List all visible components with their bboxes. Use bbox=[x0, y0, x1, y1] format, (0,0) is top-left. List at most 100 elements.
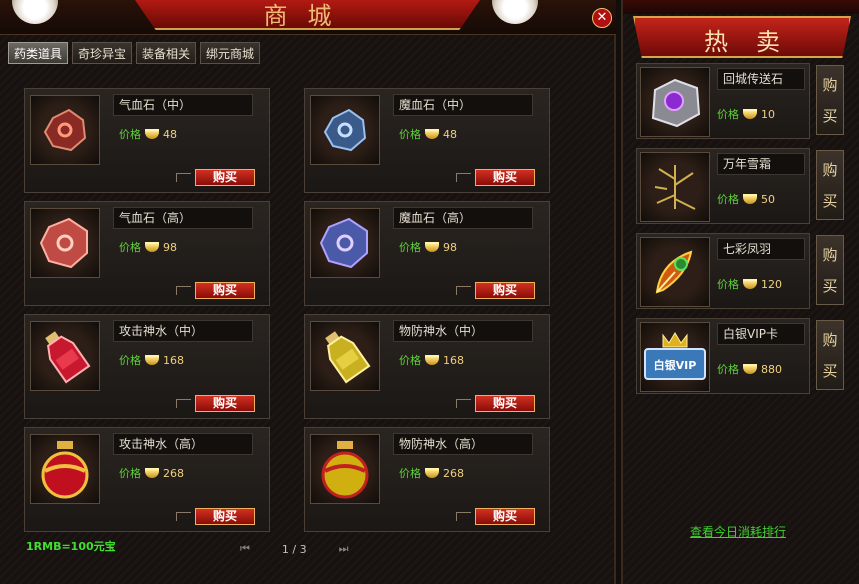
close-button[interactable]: ✕ bbox=[592, 8, 612, 28]
gold-ingot-icon bbox=[743, 194, 757, 204]
tab-treasures[interactable]: 奇珍异宝 bbox=[72, 42, 133, 64]
buy-button[interactable]: 购买 bbox=[475, 395, 535, 412]
divider bbox=[176, 173, 191, 182]
buy-button[interactable]: 购买 bbox=[195, 395, 255, 412]
price-value: 268 bbox=[443, 466, 464, 480]
exchange-rate-text: 1RMB=100元宝 bbox=[26, 540, 116, 553]
pagination: ⏮ 1 / 3 ⏭ bbox=[240, 542, 349, 556]
hot-header-decoration bbox=[623, 0, 859, 14]
vip-card-text: 白银VIP bbox=[654, 358, 697, 372]
divider bbox=[176, 512, 191, 521]
shop-item: 攻击神水（中） 价格 168 购买 bbox=[24, 314, 270, 419]
item-price: 价格 268 bbox=[399, 465, 464, 481]
return-teleport-stone-icon[interactable] bbox=[640, 67, 710, 137]
price-value: 880 bbox=[761, 362, 782, 376]
tab-equipment[interactable]: 装备相关 bbox=[136, 42, 197, 64]
silver-vip-card-icon[interactable]: 白银VIP bbox=[640, 322, 710, 392]
hot-sale-panel: 热卖 回城传送石 价格 10 购买 万年雪霜 价格 50 购买 七彩凤羽 价格 120… bbox=[621, 0, 859, 584]
divider bbox=[456, 399, 471, 408]
divider bbox=[456, 173, 471, 182]
item-price: 价格 48 bbox=[399, 126, 457, 142]
item-price: 价格 98 bbox=[119, 239, 177, 255]
shop-item: 攻击神水（高） 价格 268 购买 bbox=[24, 427, 270, 532]
category-tabs: 药类道具 奇珍异宝 装备相关 绑元商城 bbox=[8, 42, 261, 64]
price-label: 价格 bbox=[399, 128, 421, 141]
price-value: 48 bbox=[443, 127, 457, 141]
gold-ingot-icon bbox=[425, 468, 439, 478]
price-value: 168 bbox=[163, 353, 184, 367]
hot-item-price: 价格 50 bbox=[717, 191, 775, 207]
buy-button[interactable]: 购买 bbox=[195, 282, 255, 299]
hot-item: 白银VIP 白银VIP卡 价格 880 bbox=[636, 318, 810, 394]
price-value: 98 bbox=[443, 240, 457, 254]
hot-item-name: 万年雪霜 bbox=[717, 153, 805, 175]
item-name: 气血石（中） bbox=[113, 94, 253, 116]
phoenix-feather-icon[interactable] bbox=[640, 237, 710, 307]
hot-buy-button[interactable]: 购买 bbox=[816, 320, 844, 390]
buy-button[interactable]: 购买 bbox=[475, 508, 535, 525]
buy-button[interactable]: 购买 bbox=[195, 508, 255, 525]
shop-banner: 商城 bbox=[135, 0, 480, 30]
shop-item: 气血石（中） 价格 48 购买 bbox=[24, 88, 270, 193]
hot-buy-button[interactable]: 购买 bbox=[816, 65, 844, 135]
tab-bound-shop[interactable]: 绑元商城 bbox=[200, 42, 261, 64]
shop-item: 物防神水（中） 价格 168 购买 bbox=[304, 314, 550, 419]
page-indicator: 1 / 3 bbox=[281, 542, 307, 556]
shop-panel: 商城 ✕ 药类道具 奇珍异宝 装备相关 绑元商城 气血石（中） 价格 48 购买 … bbox=[0, 0, 616, 584]
gold-ingot-icon bbox=[145, 129, 159, 139]
consumption-ranking-link[interactable]: 查看今日消耗排行 bbox=[690, 523, 786, 540]
defense-potion-icon[interactable] bbox=[310, 321, 380, 391]
item-price: 价格 48 bbox=[119, 126, 177, 142]
divider bbox=[456, 286, 471, 295]
divider bbox=[176, 399, 191, 408]
buy-char: 买 bbox=[822, 192, 838, 210]
shop-item: 魔血石（中） 价格 48 购买 bbox=[304, 88, 550, 193]
buy-button[interactable]: 购买 bbox=[475, 282, 535, 299]
shop-title: 商城 bbox=[263, 2, 352, 30]
price-value: 48 bbox=[163, 127, 177, 141]
price-label: 价格 bbox=[119, 467, 141, 480]
magic-blood-stone-icon[interactable] bbox=[310, 208, 380, 278]
gold-ingot-icon bbox=[425, 355, 439, 365]
snow-frost-herb-icon[interactable] bbox=[640, 152, 710, 222]
buy-char: 购 bbox=[822, 76, 838, 94]
price-label: 价格 bbox=[717, 108, 739, 121]
blood-stone-icon[interactable] bbox=[30, 95, 100, 165]
item-price: 价格 98 bbox=[399, 239, 457, 255]
buy-button[interactable]: 购买 bbox=[195, 169, 255, 186]
defense-potion-icon[interactable] bbox=[310, 434, 380, 504]
buy-char: 买 bbox=[822, 107, 838, 125]
hot-buy-button[interactable]: 购买 bbox=[816, 235, 844, 305]
gold-ingot-icon bbox=[743, 279, 757, 289]
price-label: 价格 bbox=[717, 278, 739, 291]
blood-stone-icon[interactable] bbox=[30, 208, 100, 278]
gold-ingot-icon bbox=[145, 355, 159, 365]
item-name: 气血石（高） bbox=[113, 207, 253, 229]
price-value: 98 bbox=[163, 240, 177, 254]
item-price: 价格 168 bbox=[399, 352, 464, 368]
buy-char: 购 bbox=[822, 161, 838, 179]
divider bbox=[176, 286, 191, 295]
buy-char: 买 bbox=[822, 277, 838, 295]
tab-medicine[interactable]: 药类道具 bbox=[8, 42, 69, 64]
price-label: 价格 bbox=[399, 354, 421, 367]
item-price: 价格 268 bbox=[119, 465, 184, 481]
attack-potion-icon[interactable] bbox=[30, 321, 100, 391]
buy-button[interactable]: 购买 bbox=[475, 169, 535, 186]
hot-item-name: 回城传送石 bbox=[717, 68, 805, 90]
last-page-button[interactable]: ⏭ bbox=[339, 542, 349, 556]
hot-item: 万年雪霜 价格 50 bbox=[636, 148, 810, 224]
item-name: 魔血石（中） bbox=[393, 94, 533, 116]
hot-sale-banner: 热卖 bbox=[633, 16, 851, 58]
hot-buy-button[interactable]: 购买 bbox=[816, 150, 844, 220]
attack-potion-icon[interactable] bbox=[30, 434, 100, 504]
buy-char: 购 bbox=[822, 246, 838, 264]
gold-ingot-icon bbox=[145, 468, 159, 478]
first-page-button[interactable]: ⏮ bbox=[240, 542, 250, 556]
magic-blood-stone-icon[interactable] bbox=[310, 95, 380, 165]
hot-item-price: 价格 120 bbox=[717, 276, 782, 292]
hot-sale-title: 热卖 bbox=[704, 28, 808, 56]
price-value: 50 bbox=[761, 192, 775, 206]
price-label: 价格 bbox=[399, 467, 421, 480]
item-name: 物防神水（中） bbox=[393, 320, 533, 342]
